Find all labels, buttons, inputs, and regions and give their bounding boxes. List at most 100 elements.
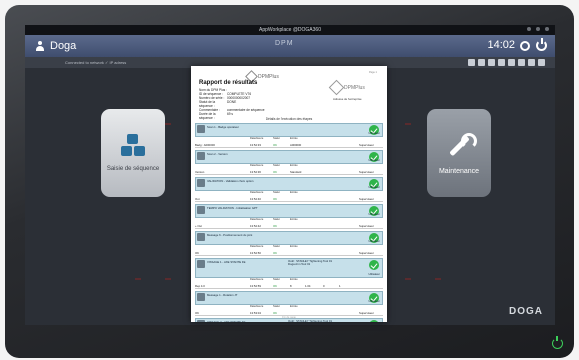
tool-icon[interactable] (498, 59, 505, 66)
step-row: Badg : A000000 13:52:33 OK A000000 Supervise… (195, 142, 383, 148)
tile-label: Maintenance (438, 167, 480, 175)
report-title: Rapport de résultats (199, 80, 258, 86)
window-title: AppWorkplace @DOGA360 (259, 27, 321, 33)
step-icon (197, 233, 205, 241)
step-cell: OK (273, 251, 278, 255)
col-entry: Entrée (290, 278, 298, 281)
step-cell: OK (273, 224, 278, 228)
step-user: Utilisateur (368, 159, 380, 162)
step-row: Version 13:52:36 OK Standard Superviseur (195, 169, 383, 175)
report-meta: Nom du DPM Plus : ID de séquence : COMPLE… (199, 88, 277, 120)
step-header: Message 1 - Rotation JT Utilisateur (195, 291, 383, 305)
page-number: Page 1 (369, 71, 377, 74)
minimize-button[interactable] (527, 27, 531, 31)
sequence-entry-tile[interactable]: Saisie de séquence (101, 109, 165, 197)
step-cell: Superviseur (359, 143, 374, 147)
step-cell: 13:53:04 (250, 311, 261, 315)
tile-label: Saisie de séquence (106, 166, 160, 172)
app-header: Doga DPM 14:02 (25, 35, 555, 57)
step-icon (197, 293, 205, 301)
steps-title: Détails de l'exécution des étapes (265, 117, 313, 121)
step-cell: Superviseur (359, 170, 374, 174)
step-header: Message 6 - Positionnement du joint Utili… (195, 231, 383, 245)
step-cell: Version (195, 170, 205, 174)
col-date: Date/Heure (250, 218, 264, 221)
step-cell: 13:52:59 (250, 284, 261, 288)
gear-icon[interactable] (520, 41, 530, 51)
step-header: VISSAGE 1 - AXE STANTE FE Outil : STANLEY… (195, 258, 383, 278)
meta-row: Statut de la séquence : DONE (199, 100, 237, 108)
step-cell: A000000 (290, 143, 302, 147)
network-status: Connected to network ✓ IP adress (65, 60, 127, 65)
step-cell: OK (273, 197, 278, 201)
col-date: Date/Heure (250, 245, 264, 248)
col-entry: Entrée (290, 218, 298, 221)
step-user: Utilisateur (368, 186, 380, 189)
step-name: Scan 2 - Version (207, 152, 228, 156)
col-entry: Entrée (290, 305, 298, 308)
step-cell: Out (195, 197, 200, 201)
results-report: DPMPlus Page 1 Rapport de résultats Nom … (191, 66, 387, 322)
step-icon (197, 125, 205, 133)
col-date: Date/Heure (250, 305, 264, 308)
step-user: Utilisateur (368, 213, 380, 216)
power-icon[interactable] (536, 38, 547, 51)
step-cell: OK (273, 311, 278, 315)
tool-icon[interactable] (528, 59, 535, 66)
col-date: Date/Heure (250, 137, 264, 140)
step-cell: Badg : A000000 (195, 143, 215, 147)
step-header: Scan 1 - Badge opérateur Utilisateur (195, 123, 383, 137)
tool-icon[interactable] (468, 59, 475, 66)
tool-icon[interactable] (508, 59, 515, 66)
tool-icon[interactable] (538, 59, 545, 66)
col-status: Statut (273, 218, 280, 221)
step-name: Message 6 - Positionnement du joint (207, 233, 253, 237)
step-cell: + Out (195, 224, 202, 228)
col-status: Statut (273, 137, 280, 140)
window-titlebar: AppWorkplace @DOGA360 (25, 25, 555, 35)
report-footer: Fin de page (282, 316, 296, 319)
report-step: TEMPO VALIDATION - Initialisation GPT Uti… (195, 204, 383, 229)
col-entry: Entrée (290, 164, 298, 167)
tool-icon[interactable] (488, 59, 495, 66)
step-cell: OK (273, 170, 278, 174)
step-cell: OK (273, 284, 278, 288)
device-power-icon[interactable] (552, 336, 563, 349)
user-icon (35, 41, 45, 51)
step-icon (197, 320, 205, 322)
step-icon (197, 179, 205, 187)
step-row: Out 13:52:40 OK Superviseur (195, 196, 383, 202)
col-date: Date/Heure (250, 164, 264, 167)
tool-icon[interactable] (518, 59, 525, 66)
cubes-icon (119, 134, 147, 158)
maximize-button[interactable] (536, 27, 540, 31)
step-cell: 13:52:33 (250, 143, 261, 147)
col-status: Statut (273, 191, 280, 194)
step-cell: 0 (323, 284, 325, 288)
step-header: TEMPO VALIDATION - Initialisation GPT Uti… (195, 204, 383, 218)
step-cell: 13:52:50 (250, 251, 261, 255)
step-header: Scan 2 - Version Utilisateur (195, 150, 383, 164)
step-row: Rep 4.0 13:52:59 OK 8 1.04 0 1 (195, 283, 383, 289)
step-cell: Superviseur (359, 251, 374, 255)
company-logo: DPMPlus (328, 79, 365, 96)
user-name: Doga (50, 40, 77, 52)
close-button[interactable] (545, 27, 549, 31)
user-menu[interactable]: Doga (25, 40, 76, 52)
steps-list: Scan 1 - Badge opérateur Utilisateur Date/… (195, 123, 383, 322)
step-cell: OK (195, 311, 200, 315)
company-address: Adresse de l'entreprise (333, 97, 362, 101)
step-cell: 1 (339, 284, 341, 288)
step-name: Scan 1 - Badge opérateur (207, 125, 240, 129)
maintenance-tile[interactable]: Maintenance (427, 109, 491, 197)
header-brand: DPM (275, 40, 294, 47)
col-date: Date/Heure (250, 278, 264, 281)
step-tool: Outil : STANLEY Tightening Tool 01Doga A… (288, 319, 332, 322)
col-status: Statut (273, 164, 280, 167)
step-cell: Superviseur (359, 311, 374, 315)
step-user: Utilisateur (368, 273, 380, 276)
report-step: Scan 2 - Version Utilisateur Date/Heure Sta… (195, 150, 383, 175)
step-cell: Standard (290, 170, 302, 174)
tool-icon[interactable] (478, 59, 485, 66)
report-step: Scan 1 - Badge opérateur Utilisateur Date/… (195, 123, 383, 148)
